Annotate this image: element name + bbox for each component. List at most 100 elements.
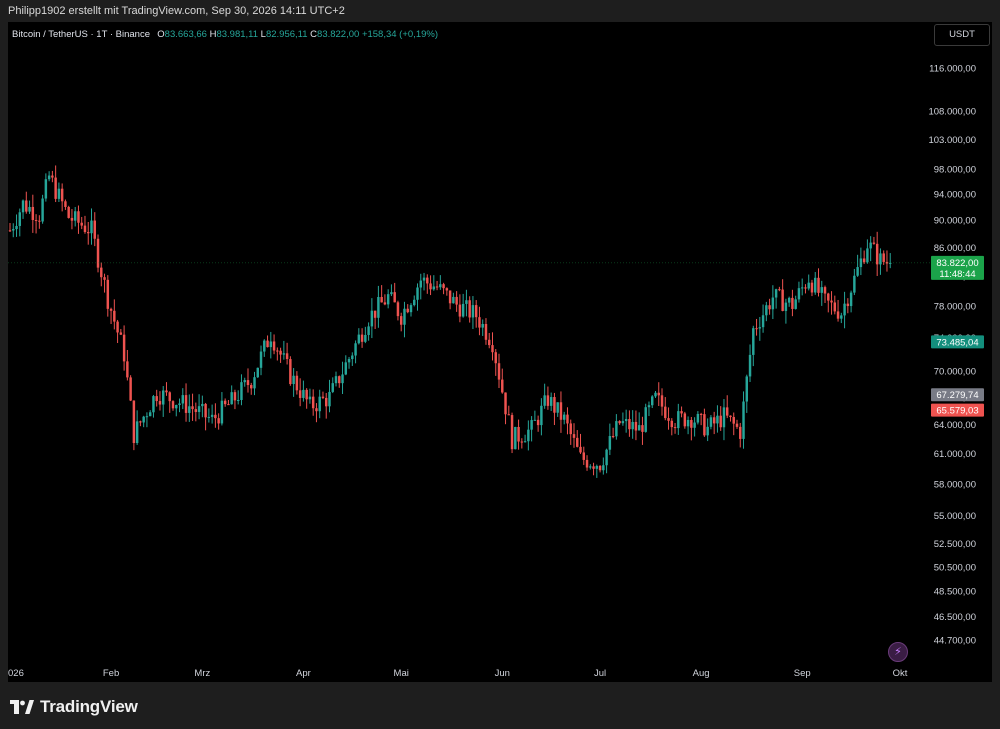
symbol-name: Bitcoin / TetherUS · 1T · Binance xyxy=(12,29,150,40)
candle-body xyxy=(194,409,198,412)
candle-body xyxy=(823,287,827,294)
y-tick-label: 78.000,00 xyxy=(934,302,976,313)
candle-body xyxy=(103,277,106,280)
candle-body xyxy=(540,405,543,426)
candle-body xyxy=(589,466,592,468)
candle-body xyxy=(250,385,253,389)
candle-body xyxy=(129,377,132,401)
y-tick-label: 48.500,00 xyxy=(934,587,976,598)
candle-body xyxy=(536,419,540,426)
price-marker-label: 73.485,04 xyxy=(936,337,978,348)
candle-body xyxy=(827,293,830,301)
candle-body xyxy=(491,345,494,353)
candle-body xyxy=(364,334,367,342)
candle-body xyxy=(171,401,175,409)
candle-body xyxy=(670,420,674,428)
candle-body xyxy=(269,341,273,348)
candle-body xyxy=(553,397,556,413)
candle-body xyxy=(292,375,295,385)
candle-body xyxy=(853,275,856,293)
candle-body xyxy=(175,404,178,409)
candle-body xyxy=(116,321,119,333)
candle-body xyxy=(90,220,93,234)
candle-body xyxy=(474,305,478,318)
candle-body xyxy=(774,289,778,298)
candle-body xyxy=(21,200,25,213)
y-tick-label: 46.500,00 xyxy=(934,612,976,623)
candle-body xyxy=(514,426,517,450)
candle-body xyxy=(709,417,713,427)
candle-body xyxy=(523,441,527,443)
candle-body xyxy=(334,376,338,384)
candle-body xyxy=(504,392,507,415)
candle-body xyxy=(641,425,644,432)
candle-body xyxy=(484,324,488,340)
candle-body xyxy=(794,299,797,309)
candle-body xyxy=(158,401,162,405)
chart-panel[interactable]: 116.000,00 108.000,00 103.000,00 98.000,00 9… xyxy=(8,22,992,682)
candle-body xyxy=(217,418,220,424)
candle-body xyxy=(817,277,820,293)
candle-body xyxy=(719,415,722,428)
candle-body xyxy=(178,403,181,405)
candle-body xyxy=(752,328,755,355)
candle-body xyxy=(113,310,116,322)
price-marker-countdown: 11:48:44 xyxy=(939,269,975,280)
currency-button[interactable]: USDT xyxy=(934,24,990,46)
candle-body xyxy=(615,421,618,437)
candle-body xyxy=(145,416,149,418)
x-tick-label: Aug xyxy=(693,668,710,679)
candle-body xyxy=(735,423,739,427)
candle-body xyxy=(233,392,237,401)
y-tick-label: 103.000,00 xyxy=(928,135,976,146)
candle-body xyxy=(787,297,791,303)
candle-body xyxy=(126,361,129,378)
candle-body xyxy=(54,177,57,199)
price-marker-label: 65.579,03 xyxy=(936,406,978,417)
candle-body xyxy=(748,354,752,377)
candle-body xyxy=(230,392,233,405)
candle-body xyxy=(497,363,501,380)
candle-body xyxy=(272,341,276,351)
candle-body xyxy=(530,420,533,430)
y-tick-label: 94.000,00 xyxy=(934,190,976,201)
candle-body xyxy=(836,311,840,319)
candle-body xyxy=(77,211,80,223)
candle-body xyxy=(572,434,576,438)
candle-body xyxy=(315,408,318,412)
candle-body xyxy=(321,396,325,398)
x-tick-label: Mrz xyxy=(194,668,210,679)
candle-body xyxy=(657,392,660,396)
candle-body xyxy=(25,200,28,212)
candle-body xyxy=(755,328,758,330)
candle-body xyxy=(409,305,413,313)
candle-body xyxy=(246,380,250,386)
tradingview-logo[interactable]: TradingView xyxy=(10,697,138,717)
candle-body xyxy=(706,426,709,436)
candle-body xyxy=(324,397,328,407)
candle-body xyxy=(328,391,331,407)
candle-body xyxy=(611,436,615,438)
candle-body xyxy=(57,188,61,199)
candle-body xyxy=(712,417,716,424)
y-tick-label: 108.000,00 xyxy=(928,106,976,117)
candle-body xyxy=(602,465,605,471)
candle-body xyxy=(93,220,96,239)
candle-body xyxy=(579,446,582,453)
candlestick-chart[interactable]: 116.000,00 108.000,00 103.000,00 98.000,00 9… xyxy=(8,22,992,682)
symbol-legend[interactable]: Bitcoin / TetherUS · 1T · Binance O83.66… xyxy=(12,29,438,40)
candle-body xyxy=(664,406,667,419)
candle-body xyxy=(289,359,292,385)
candle-body xyxy=(122,334,126,362)
candle-body xyxy=(677,411,680,429)
x-tick-label: Feb xyxy=(103,668,119,679)
candle-body xyxy=(448,290,452,304)
candle-body xyxy=(810,282,814,293)
lightning-icon[interactable]: ⚡ xyxy=(888,642,908,662)
candle-body xyxy=(259,351,263,368)
candle-body xyxy=(585,459,589,468)
candle-body xyxy=(866,248,869,263)
candle-body xyxy=(64,201,67,207)
candle-body xyxy=(214,414,217,419)
candle-body xyxy=(781,289,784,311)
